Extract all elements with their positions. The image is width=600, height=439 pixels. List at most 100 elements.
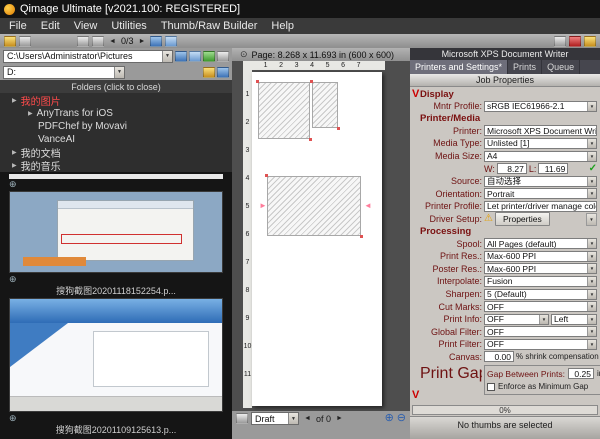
media-width-field[interactable]: 8.27 bbox=[497, 163, 527, 174]
prev-item-button[interactable]: ◄ bbox=[107, 38, 118, 45]
chevron-down-icon[interactable]: ▼ bbox=[587, 340, 596, 349]
media-type-select[interactable]: Unlisted [1] ▼ bbox=[484, 138, 597, 149]
print-info-position-select[interactable]: Left ▼ bbox=[551, 314, 597, 325]
browse-folder-icon[interactable] bbox=[189, 51, 201, 62]
media-size-select[interactable]: A4 ▼ bbox=[484, 151, 597, 162]
print-placement-1[interactable] bbox=[258, 82, 310, 139]
tab-prints[interactable]: Prints bbox=[508, 60, 542, 74]
zoom-in-icon[interactable]: ⊕ bbox=[385, 413, 394, 424]
printer-profile-select[interactable]: Let printer/driver manage color ▼ bbox=[484, 201, 597, 212]
expand-arrow-icon[interactable]: ▶ bbox=[12, 149, 17, 156]
print-placement-2[interactable] bbox=[312, 82, 338, 128]
filter-icon[interactable] bbox=[217, 67, 229, 78]
tab-printers-and-settings[interactable]: Printers and Settings* bbox=[410, 60, 508, 74]
progress-bar: 0% bbox=[412, 405, 598, 415]
page-preview-area[interactable]: 1 2 3 4 5 6 7 1 2 3 4 5 6 7 8 9 10 11 bbox=[232, 61, 410, 411]
canvas-field[interactable]: 0.00 bbox=[484, 351, 514, 362]
thumbnail-image-1[interactable] bbox=[9, 191, 223, 273]
folders-header[interactable]: Folders (click to close) bbox=[0, 80, 232, 93]
media-length-field[interactable]: 11.69 bbox=[538, 163, 568, 174]
chevron-down-icon[interactable]: ▼ bbox=[587, 315, 596, 324]
next-page-button[interactable]: ► bbox=[334, 415, 345, 422]
folder-up-icon[interactable] bbox=[175, 51, 187, 62]
chevron-down-icon[interactable]: ▼ bbox=[288, 413, 298, 424]
chevron-down-icon[interactable]: ▼ bbox=[162, 51, 172, 62]
help-lamp-icon[interactable] bbox=[584, 36, 596, 47]
gap-value-field[interactable]: 0.25 bbox=[568, 368, 594, 379]
chevron-down-icon[interactable]: ▼ bbox=[587, 252, 596, 261]
sharpen-row: Sharpen: 5 (Default) ▼ bbox=[420, 288, 597, 301]
page-setup-icon[interactable] bbox=[19, 36, 31, 47]
chevron-down-icon[interactable]: ▼ bbox=[587, 302, 596, 311]
expand-arrow-icon[interactable]: ▶ bbox=[12, 97, 17, 104]
folder-options-icon[interactable] bbox=[217, 51, 229, 62]
chevron-down-icon[interactable]: ▼ bbox=[587, 290, 596, 299]
tree-item-pictures[interactable]: ▶ 我的图片 bbox=[0, 94, 232, 107]
layout-icon[interactable] bbox=[554, 36, 566, 47]
folder-path-combo[interactable]: C:\Users\Administrator\Pictures ▼ bbox=[3, 50, 173, 63]
tab-queue[interactable]: Queue bbox=[542, 60, 580, 74]
chevron-down-icon[interactable]: ▼ bbox=[587, 139, 596, 148]
chevron-down-icon[interactable]: ▼ bbox=[587, 239, 596, 248]
chevron-down-icon[interactable]: ▼ bbox=[587, 277, 596, 286]
poster-res-select[interactable]: Max-600 PPI ▼ bbox=[484, 263, 597, 274]
menu-help[interactable]: Help bbox=[264, 19, 301, 33]
menu-file[interactable]: File bbox=[2, 19, 34, 33]
qimage-window: Qimage Ultimate [v2021.100: REGISTERED] … bbox=[0, 0, 600, 439]
print-info-select[interactable]: OFF ▼ bbox=[484, 314, 549, 325]
chevron-down-icon[interactable]: ▼ bbox=[586, 213, 597, 226]
properties-button[interactable]: Properties bbox=[495, 212, 550, 226]
undo-icon[interactable] bbox=[77, 36, 89, 47]
cut-marks-select[interactable]: OFF ▼ bbox=[484, 301, 597, 312]
chevron-down-icon[interactable]: ▼ bbox=[587, 327, 596, 336]
enforce-min-gap-checkbox[interactable] bbox=[487, 383, 495, 391]
print-icon[interactable] bbox=[4, 36, 16, 47]
chevron-down-icon[interactable]: ▼ bbox=[587, 189, 596, 198]
tree-item-pdfchef[interactable]: PDFChef by Movavi bbox=[0, 120, 232, 133]
print-filter-row: Print Filter: OFF ▼ bbox=[420, 338, 597, 351]
global-filter-select[interactable]: OFF ▼ bbox=[484, 326, 597, 337]
menu-utilities[interactable]: Utilities bbox=[104, 19, 153, 33]
thumb-info-icon[interactable]: ⊕ bbox=[9, 274, 17, 285]
quality-combo[interactable]: Draft ▼ bbox=[251, 412, 299, 425]
redo-icon[interactable] bbox=[92, 36, 104, 47]
orientation-select[interactable]: Portrait ▼ bbox=[484, 188, 597, 199]
chevron-down-icon[interactable]: ▼ bbox=[587, 152, 596, 161]
clear-queue-icon[interactable] bbox=[569, 36, 581, 47]
quality-icon[interactable] bbox=[236, 413, 248, 424]
tree-item-music[interactable]: ▶ 我的音乐 bbox=[0, 159, 232, 172]
print-res-select[interactable]: Max-600 PPI ▼ bbox=[484, 251, 597, 262]
thumb-grid-large-icon[interactable] bbox=[165, 36, 177, 47]
add-folder-icon[interactable] bbox=[203, 51, 215, 62]
chevron-down-icon[interactable]: ▼ bbox=[587, 264, 596, 273]
sharpen-select[interactable]: 5 (Default) ▼ bbox=[484, 289, 597, 300]
open-folder-icon[interactable] bbox=[203, 67, 215, 78]
print-filter-select[interactable]: OFF ▼ bbox=[484, 339, 597, 350]
drive-combo[interactable]: D: ▼ bbox=[3, 66, 125, 79]
expand-arrow-icon[interactable]: ▶ bbox=[12, 162, 17, 169]
interpolate-select[interactable]: Fusion ▼ bbox=[484, 276, 597, 287]
spool-select[interactable]: All Pages (default) ▼ bbox=[484, 238, 597, 249]
chevron-down-icon[interactable]: ▼ bbox=[539, 315, 548, 324]
prev-page-button[interactable]: ◄ bbox=[302, 415, 313, 422]
chevron-down-icon[interactable]: ▼ bbox=[587, 102, 596, 111]
source-select[interactable]: 自动选择 ▼ bbox=[484, 176, 597, 187]
chevron-down-icon[interactable]: ▼ bbox=[114, 67, 124, 78]
thumb-grid-small-icon[interactable] bbox=[150, 36, 162, 47]
expand-arrow-icon[interactable]: ▶ bbox=[28, 110, 33, 117]
next-item-button[interactable]: ► bbox=[136, 38, 147, 45]
tree-item-anytrans[interactable]: ▶ AnyTrans for iOS bbox=[0, 107, 232, 120]
printer-select[interactable]: Microsoft XPS Document Writer ▼ bbox=[484, 125, 597, 136]
thumbnail-image-2[interactable] bbox=[9, 298, 223, 412]
menu-edit[interactable]: Edit bbox=[34, 19, 67, 33]
thumb-info-icon[interactable]: ⊕ bbox=[9, 179, 17, 190]
job-properties-content: Display Mntr Profile: sRGB IEC61966-2.1 … bbox=[410, 86, 600, 404]
thumb-info-icon[interactable]: ⊕ bbox=[9, 413, 17, 424]
menu-view[interactable]: View bbox=[67, 19, 105, 33]
page-canvas[interactable]: ► ◄ bbox=[252, 72, 382, 406]
print-placement-3[interactable] bbox=[267, 176, 361, 236]
mntr-profile-select[interactable]: sRGB IEC61966-2.1 ▼ bbox=[484, 101, 597, 112]
zoom-out-icon[interactable]: ⊖ bbox=[397, 413, 406, 424]
menu-thumb-raw-builder[interactable]: Thumb/Raw Builder bbox=[154, 19, 265, 33]
chevron-down-icon[interactable]: ▼ bbox=[587, 177, 596, 186]
